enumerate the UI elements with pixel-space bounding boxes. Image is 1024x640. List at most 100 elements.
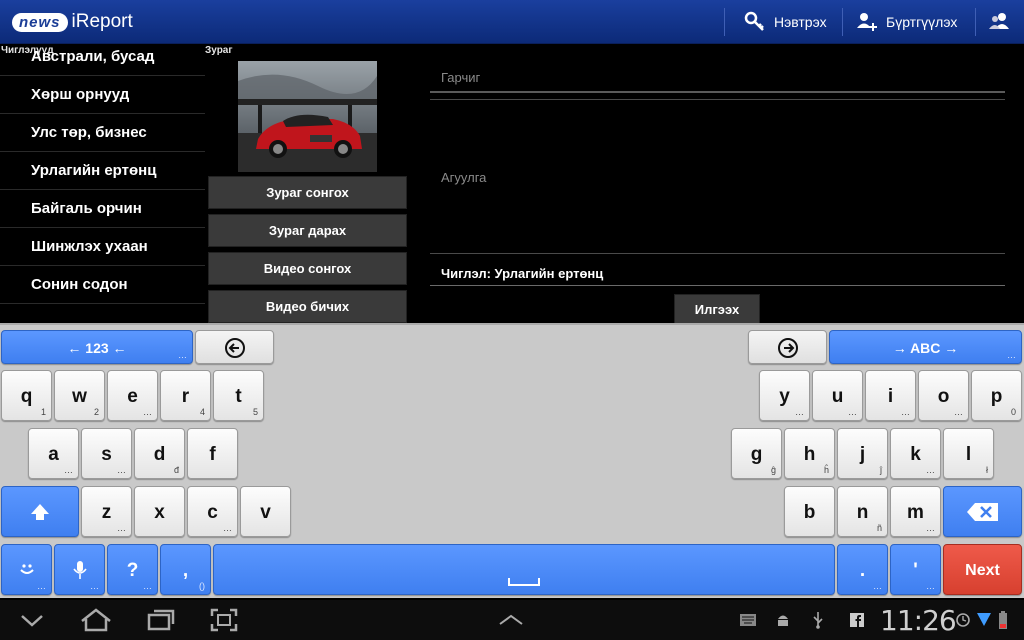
key-z[interactable]: z… [81, 486, 132, 537]
key-e[interactable]: e… [107, 370, 158, 421]
category-list[interactable]: Австрали, бусад Хөрш орнууд Улс төр, биз… [0, 50, 205, 322]
key-hint: … [926, 523, 935, 533]
image-heading: Зураг [205, 45, 233, 56]
record-video-button[interactable]: Видео бичих [208, 290, 407, 323]
backspace-key[interactable] [943, 486, 1022, 537]
key-period[interactable]: .… [837, 544, 888, 595]
cursor-right-key[interactable] [748, 330, 827, 364]
key-l[interactable]: lł [943, 428, 994, 479]
category-item[interactable]: Сонин содон [0, 266, 205, 304]
key-hint: … [926, 581, 935, 591]
space-key[interactable] [213, 544, 835, 595]
alpha-mode-key[interactable]: → ABC → … [829, 330, 1022, 364]
alpha-mode-label: → ABC → [892, 340, 959, 356]
key-y[interactable]: y… [759, 370, 810, 421]
key-i[interactable]: i… [865, 370, 916, 421]
key-comma[interactable]: ,() [160, 544, 211, 595]
category-item[interactable]: Улс төр, бизнес [0, 114, 205, 152]
clock: 11:26 [880, 604, 957, 637]
title-input[interactable]: Гарчиг [430, 63, 1005, 93]
login-label: Нэвтрэх [774, 14, 827, 30]
send-button[interactable]: Илгээх [674, 294, 760, 324]
key-hint: … [90, 581, 99, 591]
photo-thumbnail[interactable] [238, 61, 377, 172]
numeric-mode-key[interactable]: ← 123 ← … [1, 330, 193, 364]
login-button[interactable]: Нэвтрэх [744, 0, 827, 44]
key-g[interactable]: gĝ [731, 428, 782, 479]
key-hint: 5 [252, 407, 258, 417]
key-u[interactable]: u… [812, 370, 863, 421]
next-key[interactable]: Next [943, 544, 1022, 595]
emoji-key[interactable]: … [1, 544, 52, 595]
home-icon[interactable] [80, 608, 112, 632]
key-p[interactable]: p0 [971, 370, 1022, 421]
key-h[interactable]: hĥ [784, 428, 835, 479]
key-apostrophe[interactable]: '… [890, 544, 941, 595]
divider [975, 8, 976, 36]
key-hint: đ [173, 465, 179, 475]
key-m[interactable]: m… [890, 486, 941, 537]
key-j[interactable]: jĵ [837, 428, 888, 479]
key-hint: … [178, 350, 187, 360]
choose-photo-button[interactable]: Зураг сонгох [208, 176, 407, 209]
voice-input-key[interactable]: … [54, 544, 105, 595]
content-input[interactable]: Агуулга [430, 99, 1005, 254]
key-c[interactable]: c… [187, 486, 238, 537]
category-item[interactable]: Австрали, бусад [0, 50, 205, 76]
key-k[interactable]: k… [890, 428, 941, 479]
category-item[interactable]: Урлагийн ертөнц [0, 152, 205, 190]
key-hint: … [143, 581, 152, 591]
key-char: b [803, 502, 816, 523]
action-bar: news iReport Нэвтрэх Бүртгүүлэх [0, 0, 1024, 44]
category-item[interactable]: Хөрш орнууд [0, 76, 205, 114]
key-w[interactable]: w2 [54, 370, 105, 421]
key-q[interactable]: q1 [1, 370, 52, 421]
users-icon [989, 13, 1009, 29]
next-label: Next [965, 562, 1000, 579]
key-x[interactable]: x [134, 486, 185, 537]
register-button[interactable]: Бүртгүүлэх [856, 0, 957, 44]
shift-key[interactable] [1, 486, 79, 537]
key-o[interactable]: o… [918, 370, 969, 421]
key-hint: … [954, 407, 963, 417]
category-item[interactable]: Байгаль орчин [0, 190, 205, 228]
key-hint: 4 [199, 407, 205, 417]
key-t[interactable]: t5 [213, 370, 264, 421]
key-b[interactable]: b [784, 486, 835, 537]
chevron-up-icon[interactable] [498, 614, 524, 626]
key-f[interactable]: f [187, 428, 238, 479]
shift-icon [31, 504, 49, 520]
key-d[interactable]: dđ [134, 428, 185, 479]
key-hint: ł [986, 465, 988, 475]
hide-keyboard-icon[interactable] [20, 614, 44, 628]
add-user-icon [857, 13, 877, 31]
take-photo-button[interactable]: Зураг дарах [208, 214, 407, 247]
key-s[interactable]: s… [81, 428, 132, 479]
users-button[interactable] [988, 0, 1020, 44]
on-screen-keyboard: ← 123 ← … → ABC → … q1 w2 e… r4 t5 y… u…… [0, 323, 1024, 598]
key-n[interactable]: nñ [837, 486, 888, 537]
system-nav-bar: 11:26 [0, 600, 1024, 640]
key-hint: … [117, 523, 126, 533]
key-hint: … [795, 407, 804, 417]
key-char: x [154, 502, 165, 523]
key-r[interactable]: r4 [160, 370, 211, 421]
category-item[interactable]: Шинжлэх ухаан [0, 228, 205, 266]
key-v[interactable]: v [240, 486, 291, 537]
key-question[interactable]: ?… [107, 544, 158, 595]
arrow-left-icon [224, 338, 245, 358]
recent-apps-icon[interactable] [147, 608, 175, 632]
usb-icon [813, 612, 823, 629]
choose-video-button[interactable]: Видео сонгох [208, 252, 407, 285]
register-label: Бүртгүүлэх [886, 14, 958, 30]
key-a[interactable]: a… [28, 428, 79, 479]
key-hint: … [37, 581, 46, 591]
alarm-icon [956, 613, 970, 627]
selected-category: Чиглэл: Урлагийн ертөнц [430, 262, 1005, 286]
category-item[interactable] [0, 304, 205, 322]
screenshot-icon[interactable] [210, 608, 238, 632]
cursor-left-key[interactable] [195, 330, 274, 364]
key-hint: … [848, 407, 857, 417]
smiley-icon [19, 564, 34, 574]
key-hint: 0 [1010, 407, 1016, 417]
